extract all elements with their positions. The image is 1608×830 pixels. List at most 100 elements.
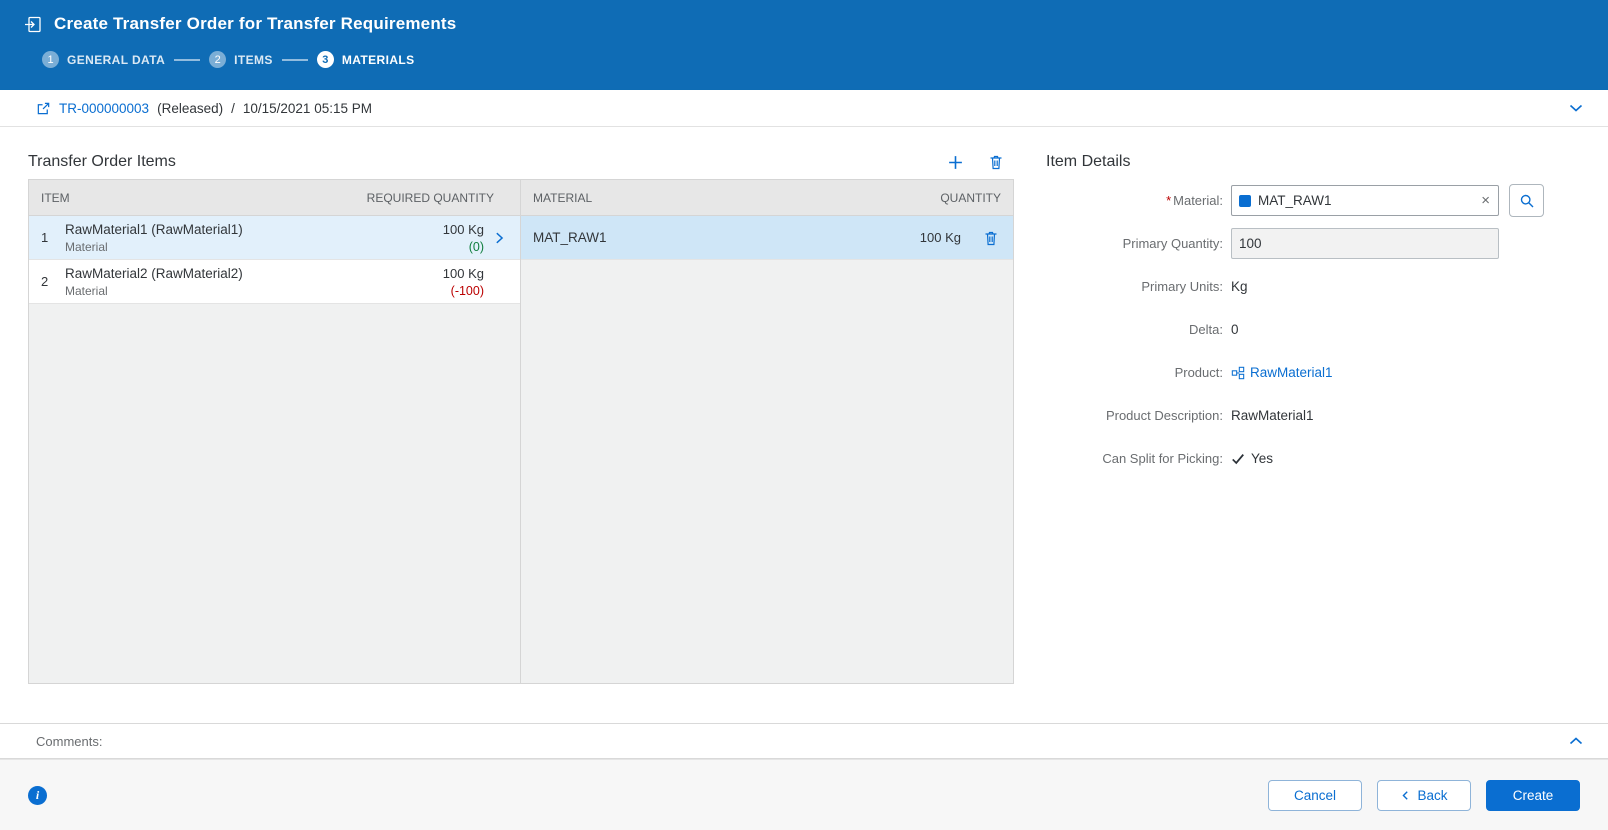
material-input[interactable]: × <box>1231 185 1499 216</box>
col-required-quantity: REQUIRED QUANTITY <box>366 190 494 205</box>
row-index: 1 <box>41 230 49 245</box>
item-name: RawMaterial1 (RawMaterial1) <box>65 221 243 237</box>
wizard-steps: 1 GENERAL DATA 2 ITEMS 3 MATERIALS <box>24 51 1588 68</box>
main-content: Transfer Order Items ITEM REQUIRED QUANT… <box>0 127 1608 723</box>
item-name: RawMaterial2 (RawMaterial2) <box>65 265 243 281</box>
step-2-label: ITEMS <box>234 52 273 67</box>
row-index: 2 <box>41 274 49 289</box>
footer-bar: i Cancel Back Create <box>0 759 1608 830</box>
col-material: MATERIAL <box>533 190 593 205</box>
material-name: MAT_RAW1 <box>533 230 607 245</box>
page-title: Create Transfer Order for Transfer Requi… <box>54 14 457 33</box>
product-label: Product: <box>1174 365 1223 380</box>
primary-units-value: Kg <box>1231 279 1248 294</box>
product-description-value: RawMaterial1 <box>1231 408 1314 423</box>
status-text: (Released) <box>157 100 224 116</box>
step-2-circle: 2 <box>209 51 227 68</box>
title-row: Create Transfer Order for Transfer Requi… <box>24 14 1588 34</box>
transfer-requirement-link[interactable]: TR-000000003 <box>59 101 149 116</box>
expand-comments-icon[interactable] <box>1564 729 1588 753</box>
primary-quantity-row: Primary Quantity: <box>1046 222 1580 265</box>
material-input-field[interactable] <box>1258 193 1474 208</box>
can-split-row: Can Split for Picking: Yes <box>1046 437 1580 480</box>
step-1-circle: 1 <box>42 51 59 68</box>
step-connector <box>174 58 201 61</box>
item-row-1[interactable]: 1 RawMaterial1 (RawMaterial1) Material 1… <box>29 216 520 260</box>
step-3-label: MATERIALS <box>341 52 415 67</box>
can-split-value: Yes <box>1251 451 1274 466</box>
wizard-header: Create Transfer Order for Transfer Requi… <box>0 0 1608 90</box>
material-status-icon <box>1239 194 1251 207</box>
step-items[interactable]: 2 ITEMS <box>209 51 273 68</box>
items-materials-tables: ITEM REQUIRED QUANTITY 1 RawMaterial1 (R… <box>28 179 1014 684</box>
materials-table-empty-area <box>521 260 1013 683</box>
col-quantity: QUANTITY <box>940 190 1001 205</box>
step-1-label: GENERAL DATA <box>67 52 166 67</box>
delete-icon[interactable] <box>986 152 1006 172</box>
back-button-label: Back <box>1417 787 1448 803</box>
materials-table-header: MATERIAL QUANTITY <box>521 180 1013 216</box>
col-item: ITEM <box>41 190 70 205</box>
transfer-order-items-panel: Transfer Order Items ITEM REQUIRED QUANT… <box>28 145 1014 723</box>
step-general-data[interactable]: 1 GENERAL DATA <box>42 51 165 68</box>
object-link-icon <box>36 101 51 116</box>
required-quantity: 100 Kg <box>442 221 484 237</box>
product-link[interactable]: RawMaterial1 <box>1231 365 1333 380</box>
step-connector <box>281 58 308 61</box>
primary-units-label: Primary Units: <box>1141 279 1223 294</box>
comments-section: Comments: <box>0 723 1608 759</box>
value-help-search-icon[interactable] <box>1509 184 1544 217</box>
items-panel-title: Transfer Order Items <box>28 153 176 170</box>
step-3-circle: 3 <box>316 51 334 68</box>
info-icon[interactable]: i <box>28 785 47 805</box>
required-marker: * <box>1166 193 1172 208</box>
item-type: Material <box>65 283 108 298</box>
product-description-row: Product Description: RawMaterial1 <box>1046 394 1580 437</box>
items-table-empty-area <box>29 304 520 683</box>
items-panel-header: Transfer Order Items <box>28 145 1014 179</box>
quantity-delta: (-100) <box>450 283 484 298</box>
delete-material-icon[interactable] <box>975 230 1007 246</box>
material-field-row: *Material: × <box>1046 179 1580 222</box>
primary-quantity-input[interactable] <box>1231 228 1499 259</box>
step-materials[interactable]: 3 MATERIALS <box>316 51 415 68</box>
row-navigate-icon[interactable] <box>484 231 514 245</box>
app-window: Create Transfer Order for Transfer Requi… <box>0 0 1608 830</box>
clear-icon[interactable]: × <box>1480 193 1491 208</box>
items-table-header: ITEM REQUIRED QUANTITY <box>29 180 520 216</box>
breadcrumb-separator: / <box>231 100 235 116</box>
add-icon[interactable] <box>945 152 966 173</box>
collapse-header-icon[interactable] <box>1564 96 1588 120</box>
materials-table: MATERIAL QUANTITY MAT_RAW1 100 Kg <box>521 180 1013 683</box>
comments-label: Comments: <box>36 733 103 749</box>
product-row: Product: RawMaterial1 <box>1046 351 1580 394</box>
delta-row: Delta: 0 <box>1046 308 1580 351</box>
material-quantity: 100 Kg <box>919 230 961 245</box>
item-row-2[interactable]: 2 RawMaterial2 (RawMaterial2) Material 1… <box>29 260 520 304</box>
check-icon <box>1231 452 1245 466</box>
items-table: ITEM REQUIRED QUANTITY 1 RawMaterial1 (R… <box>29 180 521 683</box>
object-header-bar: TR-000000003 (Released) / 10/15/2021 05:… <box>0 90 1608 127</box>
material-row-1[interactable]: MAT_RAW1 100 Kg <box>521 216 1013 260</box>
primary-quantity-field[interactable] <box>1239 236 1491 251</box>
delta-value: 0 <box>1231 322 1239 337</box>
product-link-text: RawMaterial1 <box>1250 365 1333 380</box>
transfer-order-icon <box>24 15 43 34</box>
timestamp: 10/15/2021 05:15 PM <box>242 100 372 116</box>
product-icon <box>1231 366 1245 380</box>
back-button[interactable]: Back <box>1377 779 1471 811</box>
primary-units-row: Primary Units: Kg <box>1046 265 1580 308</box>
delta-label: Delta: <box>1189 322 1223 337</box>
item-type: Material <box>65 239 108 254</box>
can-split-label: Can Split for Picking: <box>1102 451 1223 466</box>
item-details-title: Item Details <box>1046 153 1131 170</box>
item-details-panel: Item Details *Material: × <box>1046 145 1580 723</box>
back-chevron-icon <box>1400 790 1411 801</box>
create-button[interactable]: Create <box>1486 779 1580 811</box>
required-quantity: 100 Kg <box>442 265 484 281</box>
material-label: * Material: <box>1166 193 1223 208</box>
cancel-button[interactable]: Cancel <box>1268 779 1362 811</box>
quantity-delta: (0) <box>468 239 484 254</box>
primary-quantity-label: Primary Quantity: <box>1122 236 1223 251</box>
product-description-label: Product Description: <box>1105 408 1223 423</box>
